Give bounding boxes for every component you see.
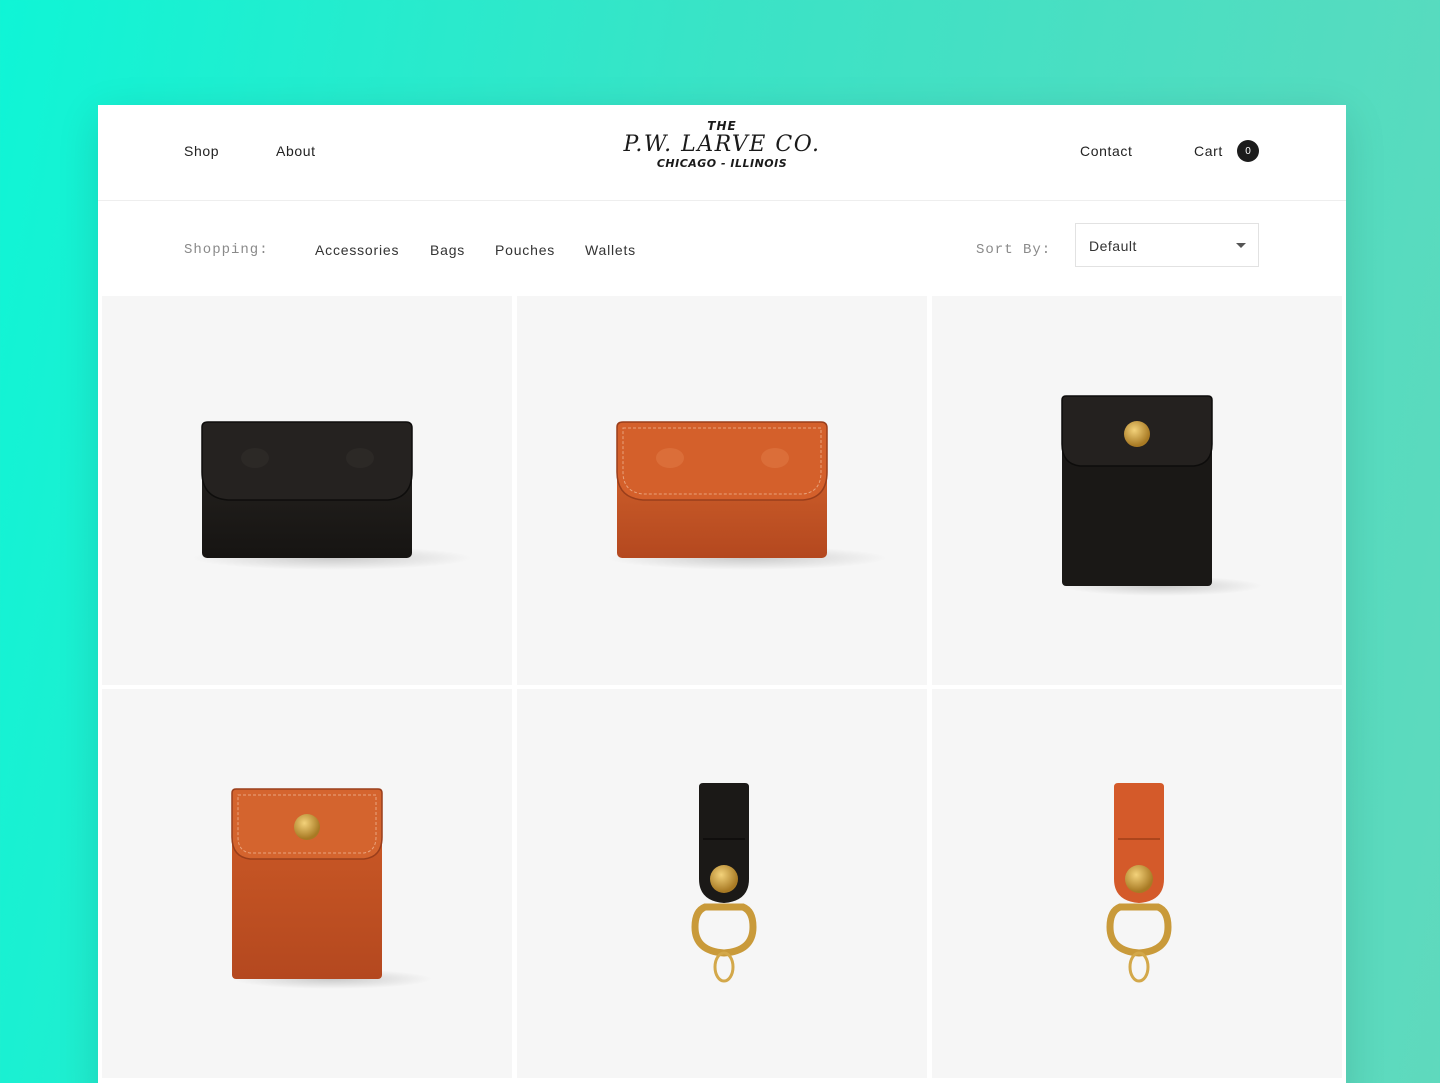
sort-select[interactable]: Default [1075,223,1259,267]
nav-cart-link[interactable]: Cart [1194,143,1223,159]
category-bags[interactable]: Bags [430,242,465,258]
key-fob-black-image [691,783,757,983]
sort-label: Sort By: [976,242,1052,258]
card-pouch-black-image [1061,395,1262,596]
product-tile-key-fob-tan[interactable] [932,689,1342,1078]
nav-about-link[interactable]: About [276,143,316,159]
key-fob-tan-image [1106,783,1172,983]
filter-bar: Shopping: Accessories Bags Pouches Walle… [98,201,1346,296]
site-header: Shop About THE P.W. LARVE CO. CHICAGO - … [98,105,1346,201]
wallet-black-image [192,421,472,570]
product-tile-key-fob-black[interactable] [517,689,927,1078]
product-tile-wallet-black[interactable] [102,296,512,685]
category-pouches[interactable]: Pouches [495,242,555,258]
category-wallets[interactable]: Wallets [585,242,636,258]
card-pouch-tan-image [231,788,432,989]
logo-line-location: CHICAGO - ILLINOIS [656,157,788,170]
nav-contact-link[interactable]: Contact [1080,143,1132,159]
logo-line-name: P.W. LARVE CO. [623,132,821,157]
product-tile-wallet-tan[interactable] [517,296,927,685]
product-tile-card-pouch-tan[interactable] [102,689,512,1078]
product-tile-card-pouch-black[interactable] [932,296,1342,685]
sort-selected-value: Default [1089,238,1137,254]
logo-line-the: THE [707,119,737,133]
site-logo[interactable]: THE P.W. LARVE CO. CHICAGO - ILLINOIS [624,119,821,170]
wallet-tan-image [607,421,887,570]
product-grid [102,296,1342,1078]
cart-count-badge[interactable]: 0 [1237,140,1259,162]
nav-shop-link[interactable]: Shop [184,143,219,159]
category-accessories[interactable]: Accessories [315,242,399,258]
browser-window: Shop About THE P.W. LARVE CO. CHICAGO - … [98,105,1346,1083]
shopping-label: Shopping: [184,242,269,258]
chevron-down-icon [1236,243,1246,248]
